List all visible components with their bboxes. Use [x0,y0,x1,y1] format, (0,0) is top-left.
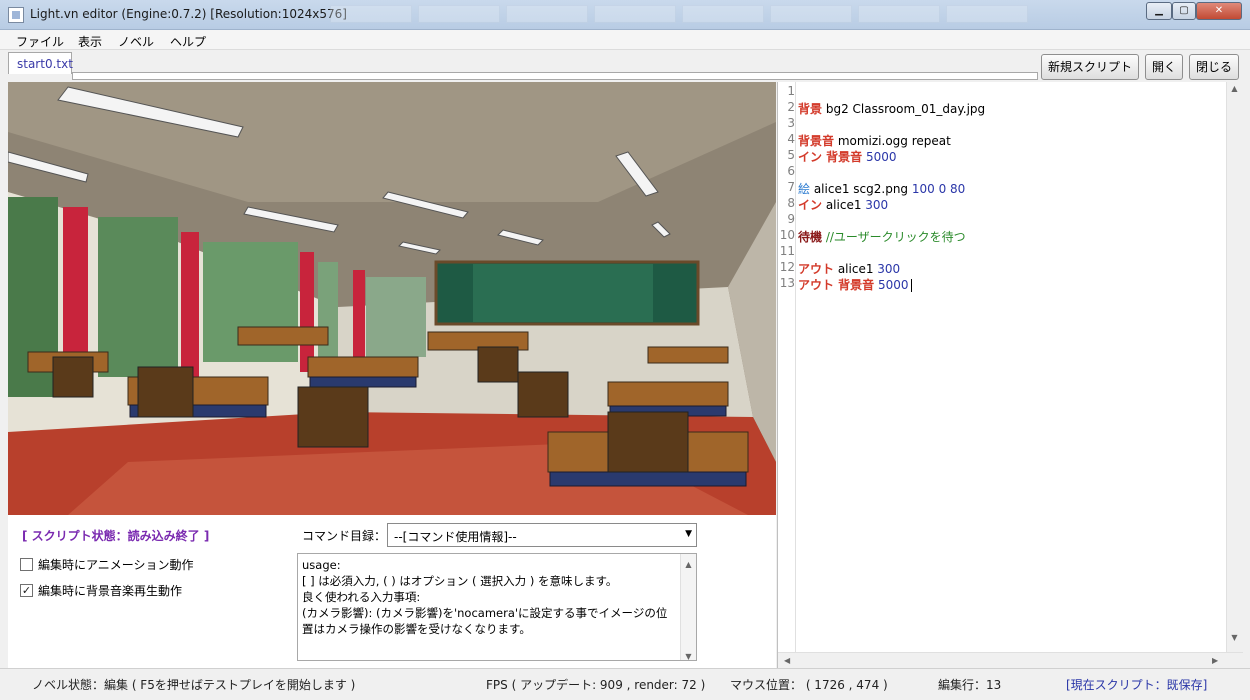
code-number: 5000 [874,278,909,292]
menu-novel[interactable]: ノベル [118,33,154,50]
code-keyword: 背景音 [798,134,835,148]
close-script-button[interactable]: 閉じる [1189,54,1239,80]
bgm-checkbox-row[interactable]: ✓ 編集時に背景音楽再生動作 [20,582,182,599]
code-keyword: 待機 [798,230,823,244]
classroom-background-image [8,82,776,515]
code-keyword: イン [798,198,823,212]
usage-scrollbar[interactable]: ▲ ▼ [680,554,696,660]
code-keyword: 絵 [798,182,811,196]
usage-textarea[interactable]: usage: [ ] は必須入力, ( ) はオプション ( 選択入力 ) を意… [297,553,697,661]
current-script-status: [現在スクリプト：既保存] [1066,678,1208,692]
code-keyword: 背景 [798,102,823,116]
new-script-button[interactable]: 新規スクリプト [1041,54,1139,80]
line-number: 2 [787,100,795,114]
scroll-down-icon[interactable]: ▼ [681,649,696,660]
code-number: 100 0 80 [908,182,966,196]
open-button[interactable]: 開く [1145,54,1183,80]
command-list-label: コマンド目録： [302,529,387,543]
tab-strip [72,72,1038,80]
mouse-position-status: マウス位置： ( 1726 , 474 ) [730,678,888,692]
code-line-12[interactable]: アウト alice1 300 [798,260,900,277]
usage-line: [ ] は必須入力, ( ) はオプション ( 選択入力 ) を意味します。 [302,574,618,588]
code-line-7[interactable]: 絵 alice1 scg2.png 100 0 80 [798,180,965,197]
menu-file[interactable]: ファイル [16,33,64,50]
code-args: alice1 scg2.png [810,182,909,196]
fps-status: FPS ( アップデート: 909 , render: 72 ) [486,678,706,692]
editor-horizontal-scrollbar[interactable]: ◀ ▶ [778,652,1243,668]
line-number: 3 [787,116,795,130]
novel-state-status: ノベル状態：編集 ( F5を押せばテストプレイを開始します ) [32,678,356,692]
title-bar: Light.vn editor (Engine:0.7.2) [Resoluti… [0,0,1250,30]
code-args: bg2 Classroom_01_day.jpg [822,102,986,116]
usage-line: 置はカメラ操作の影響を受けなくなります。 [302,622,531,636]
code-number: 300 [861,198,889,212]
code-number: 5000 [862,150,897,164]
scroll-up-icon[interactable]: ▲ [681,557,696,573]
usage-line: usage: [302,558,341,572]
animation-checkbox[interactable] [20,558,33,571]
control-panel: [ スクリプト状態：読み込み終了 ] 編集時にアニメーション動作 ✓ 編集時に背… [8,515,776,668]
line-number: 7 [787,180,795,194]
maximize-button[interactable]: ▢ [1172,2,1196,20]
code-args: momizi.ogg repeat [834,134,951,148]
menu-bar: ファイル 表示 ノベル ヘルプ [0,30,1250,50]
code-line-5[interactable]: イン 背景音 5000 [798,148,897,165]
app-icon [8,7,24,23]
usage-line: (カメラ影響): (カメラ影響)を'nocamera'に設定する事でイメージの位 [302,606,668,620]
code-keyword: アウト [798,262,835,276]
code-comment: //ユーザークリックを待つ [822,230,966,244]
code-line-10[interactable]: 待機 //ユーザークリックを待つ [798,228,966,245]
code-keyword: アウト 背景音 [798,278,875,292]
animation-checkbox-label[interactable]: 編集時にアニメーション動作 [38,556,194,573]
background-taskbar [330,5,1130,25]
close-window-button[interactable]: ✕ [1196,2,1242,20]
line-number: 13 [779,276,795,290]
scene-preview[interactable] [8,82,776,515]
scroll-down-icon[interactable]: ▼ [1227,633,1242,642]
tab-start0[interactable]: start0.txt [8,52,73,74]
code-line-8[interactable]: イン alice1 300 [798,196,888,213]
line-number: 12 [779,260,795,274]
line-number: 4 [787,132,795,146]
tab-row: start0.txt [8,50,1042,80]
menu-view[interactable]: 表示 [78,33,102,50]
line-number: 9 [787,212,795,226]
command-select-value: --[コマンド使用情報]-- [394,530,517,544]
line-number-gutter: 1 2 3 4 5 6 7 8 9 10 11 12 13 [778,82,796,652]
dropdown-arrow-icon: ▼ [685,529,692,539]
status-bar: ノベル状態：編集 ( F5を押せばテストプレイを開始します ) FPS ( アッ… [0,668,1250,700]
editor-vertical-scrollbar[interactable]: ▲ ▼ [1226,82,1242,652]
line-number: 11 [779,244,795,258]
line-number: 8 [787,196,795,210]
line-number: 6 [787,164,795,178]
edit-line-status: 編集行：13 [938,678,1002,692]
bgm-checkbox-label[interactable]: 編集時に背景音楽再生動作 [38,582,182,599]
usage-line: 良く使われる入力事項: [302,590,421,604]
line-number: 10 [779,228,795,242]
code-line-2[interactable]: 背景 bg2 Classroom_01_day.jpg [798,100,985,117]
scroll-left-icon[interactable]: ◀ [784,656,790,665]
minimize-button[interactable]: ▁ [1146,2,1172,20]
scroll-right-icon[interactable]: ▶ [1212,656,1218,665]
scroll-up-icon[interactable]: ▲ [1227,84,1242,93]
menu-help[interactable]: ヘルプ [170,33,206,50]
window-title: Light.vn editor (Engine:0.7.2) [Resoluti… [30,7,347,21]
animation-checkbox-row[interactable]: 編集時にアニメーション動作 [20,556,194,573]
code-line-4[interactable]: 背景音 momizi.ogg repeat [798,132,951,149]
line-number: 1 [787,84,795,98]
bgm-checkbox[interactable]: ✓ [20,584,33,597]
code-keyword: イン 背景音 [798,150,863,164]
code-args: alice1 [834,262,874,276]
code-line-13[interactable]: アウト 背景音 5000 [798,276,912,293]
text-cursor [910,279,912,292]
code-number: 300 [873,262,901,276]
line-number: 5 [787,148,795,162]
script-state-label: [ スクリプト状態：読み込み終了 ] [22,529,210,543]
code-editor[interactable]: 1 2 3 4 5 6 7 8 9 10 11 12 13 背景 bg2 Cla… [777,82,1243,668]
command-select[interactable]: --[コマンド使用情報]-- ▼ [387,523,697,547]
code-args: alice1 [822,198,862,212]
